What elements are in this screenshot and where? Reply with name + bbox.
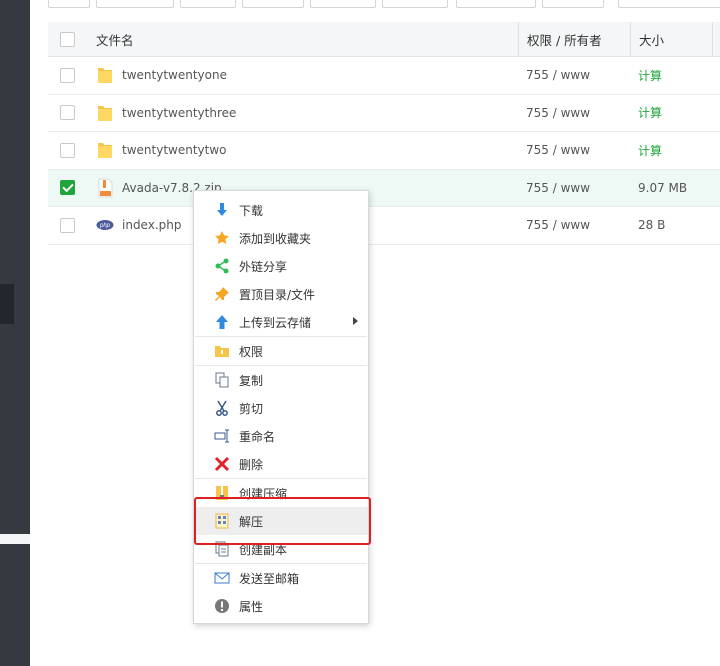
row-checkbox[interactable]: [60, 142, 75, 158]
file-permission[interactable]: 755 / www: [526, 207, 628, 244]
download-arrow-icon: [217, 203, 227, 216]
calculate-size-link[interactable]: 计算: [638, 132, 720, 169]
table-row-selected[interactable]: Avada-v7.8.2.zip 755 / www 9.07 MB: [48, 169, 720, 207]
menu-item-download[interactable]: 下载: [194, 196, 368, 224]
menu-item-add-favorite[interactable]: 添加到收藏夹: [194, 224, 368, 252]
menu-item-send-email[interactable]: 发送至邮箱: [194, 564, 368, 592]
sidebar-gap: [0, 534, 30, 544]
file-permission[interactable]: 755 / www: [526, 132, 628, 169]
header-size[interactable]: 大小: [630, 22, 712, 56]
table-row[interactable]: twentytwentytwo 755 / www 计算: [48, 132, 720, 170]
calculate-size-link[interactable]: 计算: [638, 57, 720, 94]
highlight-box: [194, 497, 371, 545]
left-sidebar-rail: [0, 0, 30, 666]
scissors-icon: [216, 400, 228, 416]
star-icon: [215, 231, 229, 244]
toolbar-button-4[interactable]: [242, 0, 304, 8]
select-all-checkbox[interactable]: [60, 31, 75, 47]
permission-folder-icon: [215, 346, 229, 357]
php-icon: php: [96, 220, 114, 231]
file-size: 28 B: [638, 218, 666, 233]
context-menu: 下载 添加到收藏夹 外链分享 置顶目录/文件 上传到云存储 权限 复制 剪切 重…: [193, 190, 369, 624]
file-table: 文件名 权限 / 所有者 大小 twentytwentyone 755 / ww…: [48, 22, 720, 245]
toolbar-button-8[interactable]: [542, 0, 604, 8]
folder-icon: [98, 143, 112, 159]
toolbar-dropdown[interactable]: [618, 0, 720, 8]
toolbar-button-3[interactable]: [180, 0, 236, 8]
toolbar-button-1[interactable]: [48, 0, 90, 8]
info-icon: [215, 599, 229, 613]
mail-icon: [214, 572, 230, 584]
row-checkbox[interactable]: [60, 105, 75, 121]
row-checkbox-checked[interactable]: [60, 180, 75, 196]
delete-x-icon: [214, 456, 230, 472]
row-checkbox[interactable]: [60, 217, 75, 233]
toolbar-button-6[interactable]: [382, 0, 448, 8]
menu-item-upload-cloud[interactable]: 上传到云存储: [194, 308, 368, 336]
sidebar-active-item[interactable]: [0, 284, 14, 324]
menu-item-share-link[interactable]: 外链分享: [194, 252, 368, 280]
toolbar-button-7[interactable]: [456, 0, 536, 8]
toolbar-button-2[interactable]: [96, 0, 174, 8]
header-divider: [712, 22, 713, 56]
upload-arrow-icon: [216, 315, 228, 329]
submenu-arrow-icon: [353, 317, 358, 325]
file-name[interactable]: index.php: [122, 218, 181, 232]
share-icon: [215, 258, 229, 274]
table-row[interactable]: twentytwentyone 755 / www 计算: [48, 57, 720, 95]
folder-icon: [98, 68, 112, 84]
zip-icon: [98, 178, 113, 198]
file-name[interactable]: twentytwentyone: [122, 68, 227, 82]
svg-text:php: php: [99, 223, 111, 229]
menu-item-delete[interactable]: 删除: [194, 450, 368, 478]
folder-icon: [98, 105, 112, 121]
menu-item-permission[interactable]: 权限: [194, 337, 368, 365]
header-name[interactable]: 文件名: [96, 22, 516, 56]
toolbar-button-5[interactable]: [310, 0, 376, 8]
file-permission[interactable]: 755 / www: [526, 57, 628, 94]
table-row[interactable]: twentytwentythree 755 / www 计算: [48, 95, 720, 132]
menu-item-copy[interactable]: 复制: [194, 366, 368, 394]
table-row[interactable]: php index.php 755 / www 28 B: [48, 207, 720, 245]
row-checkbox[interactable]: [60, 67, 75, 83]
file-size: 9.07 MB: [638, 180, 688, 195]
header-permission[interactable]: 权限 / 所有者: [518, 22, 620, 56]
file-permission[interactable]: 755 / www: [526, 170, 628, 207]
menu-item-properties[interactable]: 属性: [194, 592, 368, 620]
table-header: 文件名 权限 / 所有者 大小: [48, 22, 720, 57]
pin-icon: [215, 287, 229, 301]
menu-item-cut[interactable]: 剪切: [194, 394, 368, 422]
file-manager-panel: 文件名 权限 / 所有者 大小 twentytwentyone 755 / ww…: [30, 0, 720, 666]
file-name[interactable]: twentytwentytwo: [122, 143, 227, 157]
toolbar: [30, 0, 720, 22]
file-permission[interactable]: 755 / www: [526, 95, 628, 132]
menu-item-rename[interactable]: 重命名: [194, 422, 368, 450]
copy-icon: [215, 372, 229, 388]
menu-item-pin-top[interactable]: 置顶目录/文件: [194, 280, 368, 308]
file-name[interactable]: twentytwentythree: [122, 106, 236, 120]
calculate-size-link[interactable]: 计算: [638, 95, 720, 132]
rename-icon: [214, 429, 229, 443]
